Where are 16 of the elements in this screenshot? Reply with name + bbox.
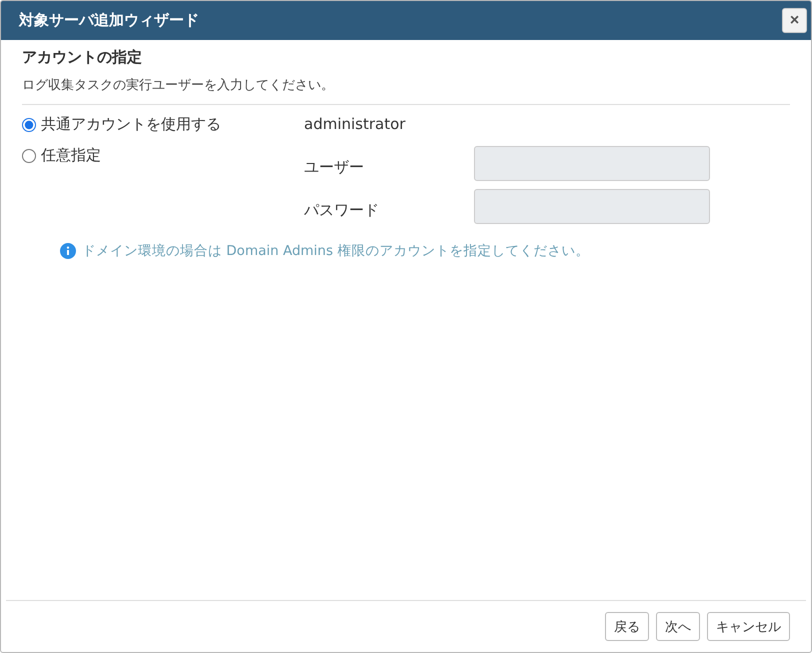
field-label: ユーザー xyxy=(304,158,365,177)
field-label: パスワード xyxy=(304,201,380,220)
footer-button[interactable]: 次へ xyxy=(656,612,700,641)
section-description: ログ収集タスクの実行ユーザーを入力してください。 xyxy=(22,76,790,105)
info-note: ドメイン環境の場合は Domain Admins 権限のアカウントを指定してください。 xyxy=(82,242,590,260)
radio-label: 任意指定 xyxy=(41,146,101,165)
account-name: administrator xyxy=(304,115,406,133)
close-button[interactable]: × xyxy=(782,8,807,33)
footer-button[interactable]: キャンセル xyxy=(707,612,790,641)
radio-button[interactable] xyxy=(22,148,36,162)
window-title: 対象サーバ追加ウィザード xyxy=(19,11,199,30)
section-heading: アカウントの指定 xyxy=(22,48,143,67)
radio-button[interactable] xyxy=(22,118,36,132)
info-icon xyxy=(60,243,76,259)
footer-button[interactable]: 戻る xyxy=(605,612,649,641)
radio-label: 共通アカウントを使用する xyxy=(41,115,221,134)
